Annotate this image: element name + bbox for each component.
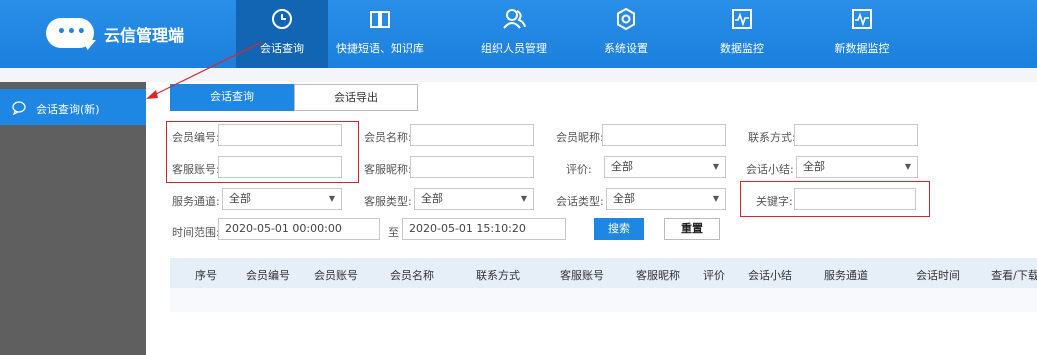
table-header-cell: 评价 — [703, 269, 725, 282]
sidebar-item-session-query-new[interactable]: 会话查询(新) — [0, 89, 146, 125]
search-button[interactable]: 搜索 — [594, 218, 644, 240]
rating-select-value: 全部 — [611, 160, 633, 173]
time-range-label: 时间范围: — [172, 226, 220, 239]
session-type-select-value: 全部 — [613, 192, 635, 205]
table-header-cell: 联系方式 — [476, 269, 520, 282]
results-table-header: 序号 会员编号 会员账号 会员名称 联系方式 客服账号 客服昵称 评价 会话小结… — [170, 258, 1037, 288]
contact-label: 联系方式: — [748, 131, 796, 144]
table-header-cell: 会话小结 — [748, 269, 792, 282]
tab-session-export[interactable]: 会话导出 — [294, 84, 418, 111]
app-logo: ••• 云信管理端 — [46, 18, 206, 50]
chevron-down-icon: ▼ — [520, 194, 527, 203]
agent-nick-label: 客服昵称: — [364, 163, 412, 176]
header-divider-strip — [0, 68, 1037, 82]
rating-select[interactable]: 全部 ▼ — [604, 156, 726, 178]
nav-phrases-knowledge[interactable]: 快捷短语、知识库 — [334, 0, 426, 68]
nav-label: 组织人员管理 — [481, 42, 547, 55]
main-content: 会话查询 会话导出 会员编号: 会员名称: 会员昵称: 联系方式: 客服账号: … — [146, 82, 1037, 355]
agent-type-label: 客服类型: — [364, 195, 412, 208]
session-type-label: 会话类型: — [556, 195, 604, 208]
highlight-box-member-agent — [166, 121, 359, 183]
member-name-label: 会员名称: — [364, 131, 412, 144]
book-icon — [370, 11, 390, 28]
agent-nick-input[interactable] — [410, 156, 534, 178]
member-nick-input[interactable] — [602, 124, 726, 146]
nav-org-people[interactable]: 组织人员管理 — [468, 0, 560, 68]
app-title: 云信管理端 — [104, 26, 185, 45]
nav-label: 数据监控 — [720, 42, 764, 55]
table-header-cell: 会员名称 — [390, 269, 434, 282]
summary-select[interactable]: 全部 ▼ — [796, 156, 918, 178]
nav-label: 快捷短语、知识库 — [336, 42, 424, 55]
app-root: ••• 云信管理端 会话查询 快捷短语、知识库 组织人员管理 系统设置 数据监控… — [0, 0, 1037, 355]
rating-label: 评价: — [566, 163, 592, 176]
sidebar-item-label: 会话查询(新) — [36, 103, 100, 116]
table-header-cell: 序号 — [195, 269, 217, 282]
reset-button[interactable]: 重置 — [664, 218, 720, 240]
results-table-body — [170, 288, 1037, 312]
chat-icon — [12, 101, 26, 115]
start-time-input[interactable]: 2020-05-01 00:00:00 — [218, 218, 380, 240]
nav-data-monitor[interactable]: 数据监控 — [696, 0, 788, 68]
chevron-down-icon: ▼ — [904, 162, 911, 171]
member-name-input[interactable] — [410, 124, 534, 146]
member-nick-label: 会员昵称: — [556, 131, 604, 144]
time-range-separator: 至 — [388, 226, 399, 239]
channel-label: 服务通道: — [172, 195, 220, 208]
summary-select-value: 全部 — [803, 160, 825, 173]
monitor-icon — [852, 9, 872, 29]
agent-type-select-value: 全部 — [421, 192, 443, 205]
agent-type-select[interactable]: 全部 ▼ — [414, 188, 534, 210]
highlight-box-keyword — [740, 181, 930, 217]
logo-dots: ••• — [57, 24, 87, 40]
table-header-cell: 查看/下载 — [991, 269, 1037, 282]
table-header-cell: 会话时间 — [916, 269, 960, 282]
clock-icon — [272, 9, 292, 29]
top-nav-bar: ••• 云信管理端 会话查询 快捷短语、知识库 组织人员管理 系统设置 数据监控… — [0, 0, 1037, 68]
channel-select[interactable]: 全部 ▼ — [222, 188, 342, 210]
table-header-cell: 会员账号 — [314, 269, 358, 282]
nav-system-settings[interactable]: 系统设置 — [580, 0, 672, 68]
contact-input[interactable] — [794, 124, 918, 146]
table-header-cell: 客服昵称 — [636, 269, 680, 282]
nav-session-query[interactable]: 会话查询 — [236, 0, 328, 68]
table-header-cell: 客服账号 — [560, 269, 604, 282]
chevron-down-icon: ▼ — [328, 194, 335, 203]
table-header-cell: 会员编号 — [246, 269, 290, 282]
nav-new-data-monitor[interactable]: 新数据监控 — [816, 0, 908, 68]
chevron-down-icon: ▼ — [712, 194, 719, 203]
nav-label: 系统设置 — [604, 42, 648, 55]
chevron-down-icon: ▼ — [712, 162, 719, 171]
users-icon — [503, 9, 526, 29]
nav-label: 新数据监控 — [834, 42, 890, 55]
session-type-select[interactable]: 全部 ▼ — [606, 188, 726, 210]
tab-session-query[interactable]: 会话查询 — [170, 84, 294, 111]
end-time-input[interactable]: 2020-05-01 15:10:20 — [402, 218, 566, 240]
gear-icon — [617, 7, 635, 31]
monitor-icon — [732, 9, 752, 29]
sidebar: 会话查询(新) — [0, 82, 146, 355]
table-header-cell: 服务通道 — [824, 269, 868, 282]
channel-select-value: 全部 — [229, 192, 251, 205]
summary-label: 会话小结: — [746, 163, 794, 176]
